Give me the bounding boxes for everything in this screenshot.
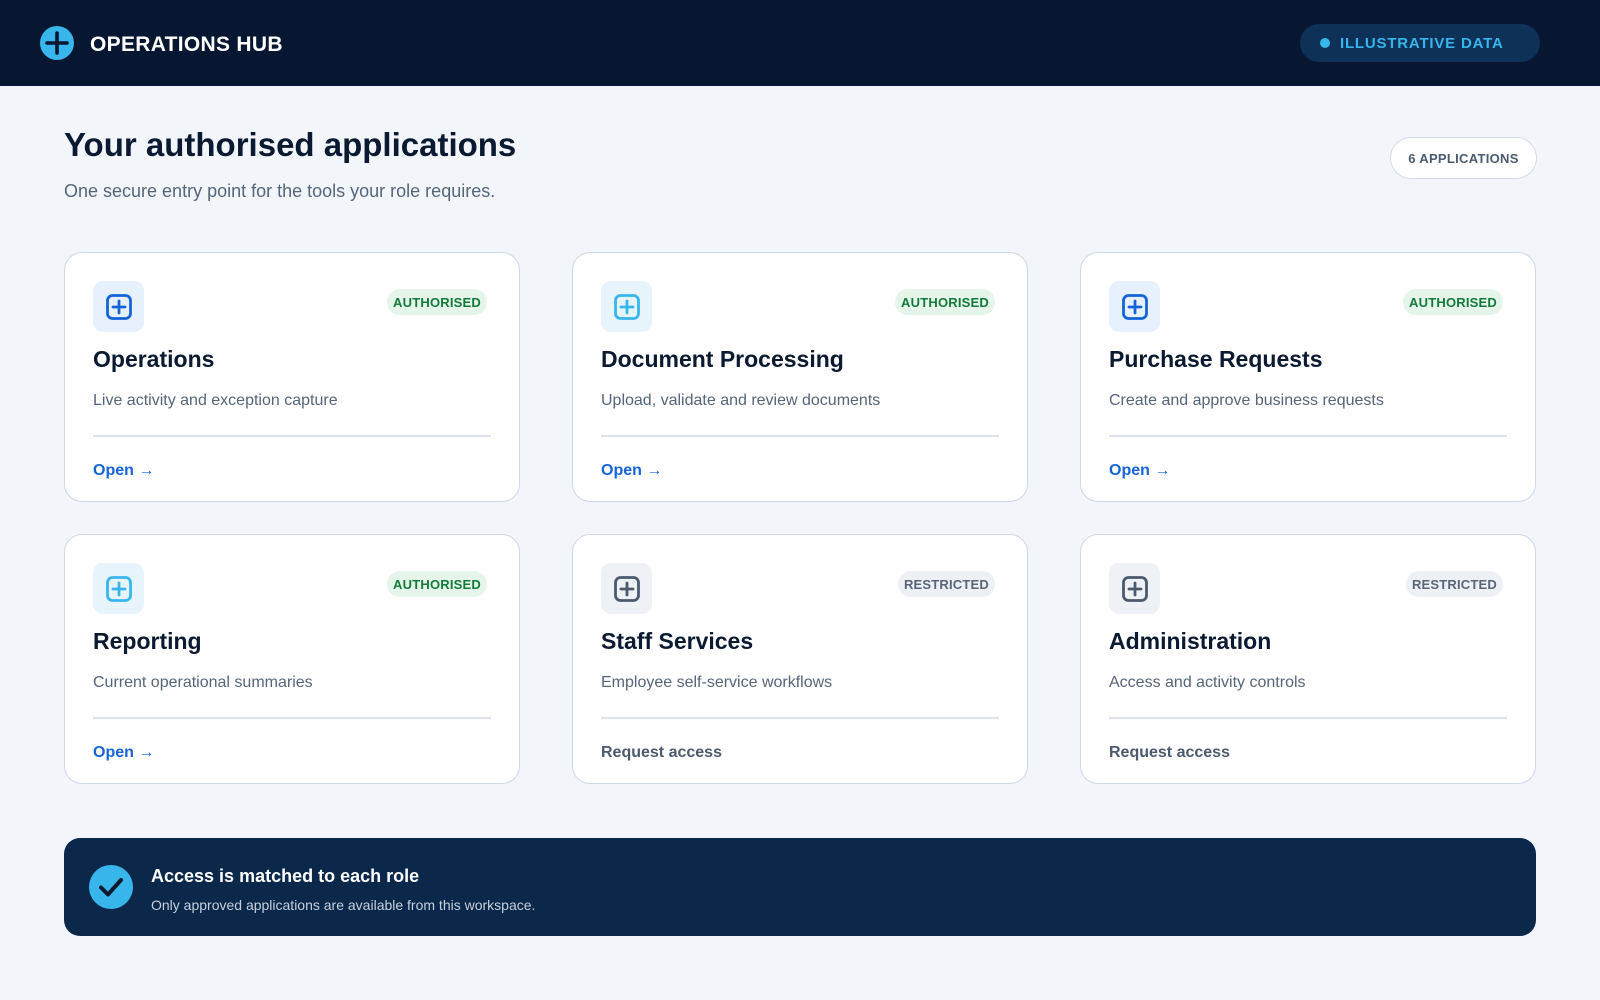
illustrative-data-label: ILLUSTRATIVE DATA [1340,34,1504,52]
plus-square-icon [93,281,144,332]
status-dot-icon [1320,38,1330,48]
request-access-link[interactable]: Request access [601,743,722,763]
role-access-notice: Access is matched to each role Only appr… [64,838,1536,936]
open-link[interactable]: Open → [93,743,154,763]
plus-square-icon [601,563,652,614]
notice-subtitle: Only approved applications are available… [151,897,536,913]
app-card-reporting[interactable]: AUTHORISED Reporting Current operational… [64,534,520,784]
app-description: Upload, validate and review documents [601,392,881,409]
app-card-document-processing[interactable]: AUTHORISED Document Processing Upload, v… [572,252,1028,502]
card-divider [93,435,491,437]
app-name: Administration [1109,628,1272,654]
card-divider [1109,717,1507,719]
app-name: Reporting [93,628,202,654]
request-access-link[interactable]: Request access [1109,743,1230,763]
app-name: Operations [93,346,215,372]
status-badge: AUTHORISED [387,289,487,315]
status-badge: AUTHORISED [387,571,487,597]
open-link[interactable]: Open → [1109,461,1170,481]
card-divider [601,435,999,437]
app-card-administration[interactable]: RESTRICTED Administration Access and act… [1080,534,1536,784]
status-badge: RESTRICTED [1405,571,1503,597]
brand-name: OPERATIONS HUB [90,33,283,56]
plus-square-icon [1109,281,1160,332]
page-title: Your authorised applications [64,126,517,163]
app-card-staff-services[interactable]: RESTRICTED Staff Services Employee self-… [572,534,1028,784]
plus-square-icon [1109,563,1160,614]
app-name: Staff Services [601,628,754,654]
top-bar: OPERATIONS HUB ILLUSTRATIVE DATA [0,0,1600,86]
plus-circle-icon [40,26,74,60]
app-name: Document Processing [601,346,844,372]
app-card-operations[interactable]: AUTHORISED Operations Live activity and … [64,252,520,502]
page-subtitle: One secure entry point for the tools you… [64,181,496,201]
applications-count-badge: 6 APPLICATIONS [1390,137,1537,179]
notice-title: Access is matched to each role [151,866,420,886]
card-divider [93,717,491,719]
open-link[interactable]: Open → [93,461,154,481]
app-name: Purchase Requests [1109,346,1323,372]
card-divider [601,717,999,719]
plus-square-icon [601,281,652,332]
app-description: Employee self-service workflows [601,674,833,691]
app-description: Access and activity controls [1109,674,1306,691]
app-card-purchase-requests[interactable]: AUTHORISED Purchase Requests Create and … [1080,252,1536,502]
plus-square-icon [93,563,144,614]
status-badge: RESTRICTED [897,571,995,597]
status-badge: AUTHORISED [895,289,995,315]
illustrative-data-badge: ILLUSTRATIVE DATA [1300,24,1540,62]
app-description: Live activity and exception capture [93,392,338,409]
card-divider [1109,435,1507,437]
check-circle-icon [89,865,133,909]
open-link[interactable]: Open → [601,461,662,481]
app-description: Current operational summaries [93,674,313,691]
status-badge: AUTHORISED [1403,289,1503,315]
app-description: Create and approve business requests [1109,392,1384,409]
